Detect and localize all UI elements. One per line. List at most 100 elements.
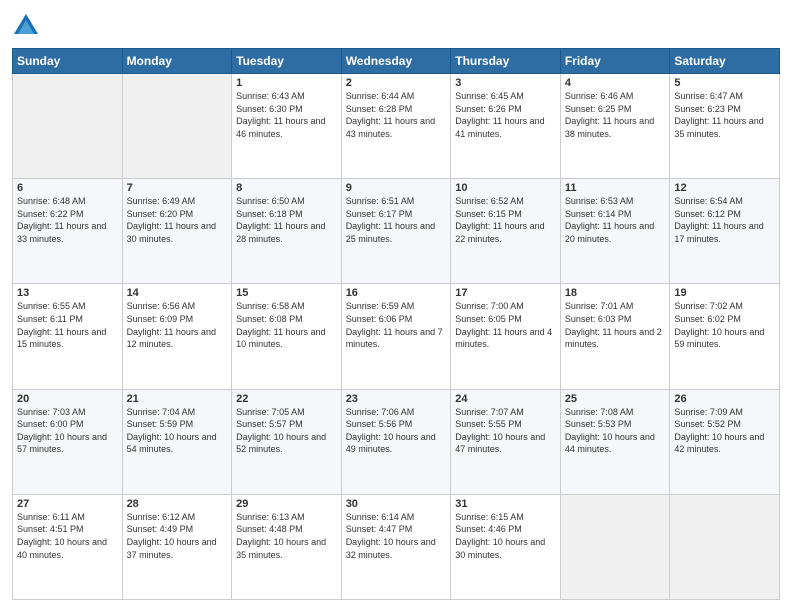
day-cell: [13, 74, 123, 179]
day-number: 14: [127, 287, 228, 299]
day-info: Sunrise: 6:14 AM Sunset: 4:47 PM Dayligh…: [346, 511, 447, 561]
day-info: Sunrise: 7:08 AM Sunset: 5:53 PM Dayligh…: [565, 406, 666, 456]
day-number: 15: [236, 287, 337, 299]
header-row: SundayMondayTuesdayWednesdayThursdayFrid…: [13, 49, 780, 74]
day-info: Sunrise: 7:01 AM Sunset: 6:03 PM Dayligh…: [565, 300, 666, 350]
day-info: Sunrise: 6:50 AM Sunset: 6:18 PM Dayligh…: [236, 195, 337, 245]
day-info: Sunrise: 7:03 AM Sunset: 6:00 PM Dayligh…: [17, 406, 118, 456]
day-info: Sunrise: 6:47 AM Sunset: 6:23 PM Dayligh…: [674, 90, 775, 140]
day-cell: 19Sunrise: 7:02 AM Sunset: 6:02 PM Dayli…: [670, 284, 780, 389]
day-info: Sunrise: 6:49 AM Sunset: 6:20 PM Dayligh…: [127, 195, 228, 245]
day-cell: 25Sunrise: 7:08 AM Sunset: 5:53 PM Dayli…: [560, 389, 670, 494]
day-info: Sunrise: 7:04 AM Sunset: 5:59 PM Dayligh…: [127, 406, 228, 456]
header: [12, 12, 780, 40]
day-cell: 21Sunrise: 7:04 AM Sunset: 5:59 PM Dayli…: [122, 389, 232, 494]
day-number: 30: [346, 498, 447, 510]
day-cell: 29Sunrise: 6:13 AM Sunset: 4:48 PM Dayli…: [232, 494, 342, 599]
day-number: 12: [674, 182, 775, 194]
day-cell: 5Sunrise: 6:47 AM Sunset: 6:23 PM Daylig…: [670, 74, 780, 179]
day-number: 25: [565, 393, 666, 405]
day-info: Sunrise: 7:07 AM Sunset: 5:55 PM Dayligh…: [455, 406, 556, 456]
day-cell: 28Sunrise: 6:12 AM Sunset: 4:49 PM Dayli…: [122, 494, 232, 599]
header-cell-friday: Friday: [560, 49, 670, 74]
day-cell: 16Sunrise: 6:59 AM Sunset: 6:06 PM Dayli…: [341, 284, 451, 389]
day-number: 23: [346, 393, 447, 405]
day-info: Sunrise: 6:48 AM Sunset: 6:22 PM Dayligh…: [17, 195, 118, 245]
day-cell: 18Sunrise: 7:01 AM Sunset: 6:03 PM Dayli…: [560, 284, 670, 389]
day-cell: 31Sunrise: 6:15 AM Sunset: 4:46 PM Dayli…: [451, 494, 561, 599]
header-cell-monday: Monday: [122, 49, 232, 74]
day-number: 20: [17, 393, 118, 405]
day-cell: 26Sunrise: 7:09 AM Sunset: 5:52 PM Dayli…: [670, 389, 780, 494]
day-info: Sunrise: 6:43 AM Sunset: 6:30 PM Dayligh…: [236, 90, 337, 140]
day-number: 29: [236, 498, 337, 510]
calendar-body: 1Sunrise: 6:43 AM Sunset: 6:30 PM Daylig…: [13, 74, 780, 600]
day-cell: 1Sunrise: 6:43 AM Sunset: 6:30 PM Daylig…: [232, 74, 342, 179]
day-number: 5: [674, 77, 775, 89]
day-info: Sunrise: 7:00 AM Sunset: 6:05 PM Dayligh…: [455, 300, 556, 350]
day-cell: 7Sunrise: 6:49 AM Sunset: 6:20 PM Daylig…: [122, 179, 232, 284]
day-info: Sunrise: 6:58 AM Sunset: 6:08 PM Dayligh…: [236, 300, 337, 350]
day-info: Sunrise: 7:02 AM Sunset: 6:02 PM Dayligh…: [674, 300, 775, 350]
day-info: Sunrise: 6:44 AM Sunset: 6:28 PM Dayligh…: [346, 90, 447, 140]
day-info: Sunrise: 7:09 AM Sunset: 5:52 PM Dayligh…: [674, 406, 775, 456]
day-info: Sunrise: 6:56 AM Sunset: 6:09 PM Dayligh…: [127, 300, 228, 350]
day-info: Sunrise: 6:54 AM Sunset: 6:12 PM Dayligh…: [674, 195, 775, 245]
week-row-1: 6Sunrise: 6:48 AM Sunset: 6:22 PM Daylig…: [13, 179, 780, 284]
day-number: 6: [17, 182, 118, 194]
day-info: Sunrise: 6:51 AM Sunset: 6:17 PM Dayligh…: [346, 195, 447, 245]
day-number: 22: [236, 393, 337, 405]
day-number: 11: [565, 182, 666, 194]
day-cell: 10Sunrise: 6:52 AM Sunset: 6:15 PM Dayli…: [451, 179, 561, 284]
day-number: 19: [674, 287, 775, 299]
day-info: Sunrise: 6:13 AM Sunset: 4:48 PM Dayligh…: [236, 511, 337, 561]
day-cell: 9Sunrise: 6:51 AM Sunset: 6:17 PM Daylig…: [341, 179, 451, 284]
day-info: Sunrise: 6:52 AM Sunset: 6:15 PM Dayligh…: [455, 195, 556, 245]
day-info: Sunrise: 6:53 AM Sunset: 6:14 PM Dayligh…: [565, 195, 666, 245]
week-row-0: 1Sunrise: 6:43 AM Sunset: 6:30 PM Daylig…: [13, 74, 780, 179]
week-row-3: 20Sunrise: 7:03 AM Sunset: 6:00 PM Dayli…: [13, 389, 780, 494]
day-info: Sunrise: 6:45 AM Sunset: 6:26 PM Dayligh…: [455, 90, 556, 140]
day-info: Sunrise: 7:06 AM Sunset: 5:56 PM Dayligh…: [346, 406, 447, 456]
day-info: Sunrise: 6:46 AM Sunset: 6:25 PM Dayligh…: [565, 90, 666, 140]
header-cell-saturday: Saturday: [670, 49, 780, 74]
day-cell: 12Sunrise: 6:54 AM Sunset: 6:12 PM Dayli…: [670, 179, 780, 284]
header-cell-wednesday: Wednesday: [341, 49, 451, 74]
day-number: 2: [346, 77, 447, 89]
day-info: Sunrise: 6:12 AM Sunset: 4:49 PM Dayligh…: [127, 511, 228, 561]
day-cell: 4Sunrise: 6:46 AM Sunset: 6:25 PM Daylig…: [560, 74, 670, 179]
day-number: 1: [236, 77, 337, 89]
day-number: 3: [455, 77, 556, 89]
day-cell: 15Sunrise: 6:58 AM Sunset: 6:08 PM Dayli…: [232, 284, 342, 389]
day-cell: 2Sunrise: 6:44 AM Sunset: 6:28 PM Daylig…: [341, 74, 451, 179]
day-number: 13: [17, 287, 118, 299]
day-number: 17: [455, 287, 556, 299]
day-info: Sunrise: 6:55 AM Sunset: 6:11 PM Dayligh…: [17, 300, 118, 350]
day-number: 10: [455, 182, 556, 194]
day-number: 18: [565, 287, 666, 299]
calendar-table: SundayMondayTuesdayWednesdayThursdayFrid…: [12, 48, 780, 600]
day-info: Sunrise: 6:11 AM Sunset: 4:51 PM Dayligh…: [17, 511, 118, 561]
day-cell: 6Sunrise: 6:48 AM Sunset: 6:22 PM Daylig…: [13, 179, 123, 284]
day-number: 27: [17, 498, 118, 510]
day-info: Sunrise: 6:59 AM Sunset: 6:06 PM Dayligh…: [346, 300, 447, 350]
day-cell: [122, 74, 232, 179]
logo: [12, 12, 44, 40]
day-number: 8: [236, 182, 337, 194]
day-number: 31: [455, 498, 556, 510]
day-cell: 27Sunrise: 6:11 AM Sunset: 4:51 PM Dayli…: [13, 494, 123, 599]
day-cell: 22Sunrise: 7:05 AM Sunset: 5:57 PM Dayli…: [232, 389, 342, 494]
page: SundayMondayTuesdayWednesdayThursdayFrid…: [0, 0, 792, 612]
day-number: 9: [346, 182, 447, 194]
day-number: 28: [127, 498, 228, 510]
day-number: 24: [455, 393, 556, 405]
day-number: 7: [127, 182, 228, 194]
day-number: 21: [127, 393, 228, 405]
day-cell: 24Sunrise: 7:07 AM Sunset: 5:55 PM Dayli…: [451, 389, 561, 494]
calendar-header: SundayMondayTuesdayWednesdayThursdayFrid…: [13, 49, 780, 74]
day-cell: 20Sunrise: 7:03 AM Sunset: 6:00 PM Dayli…: [13, 389, 123, 494]
day-info: Sunrise: 6:15 AM Sunset: 4:46 PM Dayligh…: [455, 511, 556, 561]
week-row-4: 27Sunrise: 6:11 AM Sunset: 4:51 PM Dayli…: [13, 494, 780, 599]
day-cell: [560, 494, 670, 599]
day-cell: 17Sunrise: 7:00 AM Sunset: 6:05 PM Dayli…: [451, 284, 561, 389]
